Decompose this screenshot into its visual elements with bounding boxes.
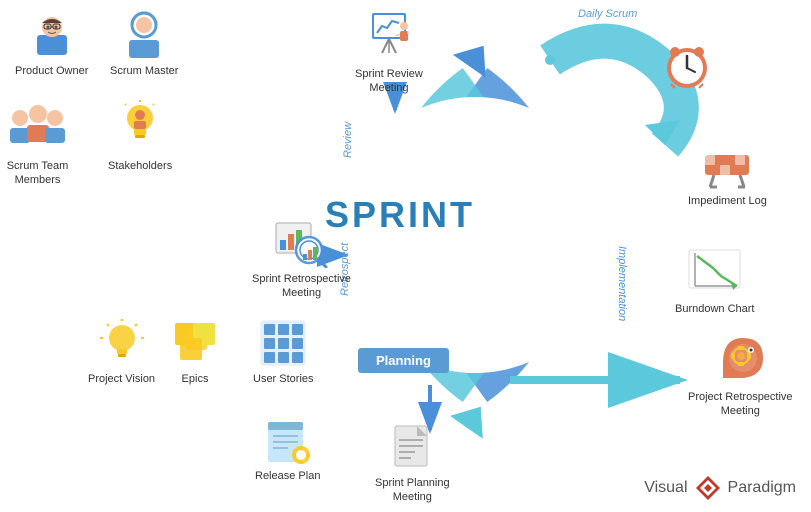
daily-scrum-icon: [660, 38, 715, 93]
project-retrospective-icon: [713, 328, 768, 386]
sprint-planning-meeting-item: Sprint PlanningMeeting: [375, 424, 450, 505]
impediment-log-label: Impediment Log: [688, 194, 767, 208]
sprint-review-label: Sprint ReviewMeeting: [355, 67, 423, 96]
visual-text: Visual: [644, 479, 687, 497]
implementation-label: Implementation: [616, 246, 628, 321]
product-owner-label: Product Owner: [15, 64, 88, 78]
paradigm-logo-icon: [694, 474, 722, 502]
impediment-log-item: Impediment Log: [688, 140, 767, 208]
epics-item: Epics: [170, 318, 220, 386]
project-retrospective-label: Project RetrospectiveMeeting: [688, 390, 793, 419]
release-plan-label: Release Plan: [255, 469, 320, 483]
scrum-team-item: Scrum TeamMembers: [5, 100, 70, 188]
product-owner-item: Product Owner: [15, 5, 88, 78]
diagram-container: SPRINT Review Retrospect Implementation …: [0, 0, 811, 512]
stakeholders-label: Stakeholders: [108, 159, 172, 173]
stakeholders-item: Stakeholders: [108, 100, 172, 173]
sprint-retrospective-icon: [274, 218, 329, 268]
project-vision-icon: [97, 318, 147, 368]
review-label: Review: [342, 122, 354, 158]
sprint-review-meeting-item: Sprint ReviewMeeting: [355, 8, 423, 96]
sprint-retrospective-item: Sprint RetrospectiveMeeting: [252, 218, 351, 301]
daily-scrum-item: [660, 38, 715, 93]
release-plan-icon: [263, 420, 313, 465]
project-retrospective-item: Project RetrospectiveMeeting: [688, 328, 793, 419]
impediment-log-icon: [702, 140, 752, 190]
scrum-master-item: Scrum Master: [110, 5, 178, 78]
sprint-planning-icon: [387, 424, 437, 472]
project-vision-item: Project Vision: [88, 318, 155, 386]
daily-scrum-label: Daily Scrum: [578, 8, 637, 20]
user-stories-icon: [258, 318, 308, 368]
user-stories-label: User Stories: [253, 372, 314, 386]
release-plan-item: Release Plan: [255, 420, 320, 483]
epics-label: Epics: [182, 372, 209, 386]
burndown-chart-label: Burndown Chart: [675, 302, 755, 316]
user-stories-item: User Stories: [253, 318, 314, 386]
sprint-retrospective-label: Sprint RetrospectiveMeeting: [252, 272, 351, 301]
brand-area: Visual Paradigm: [644, 474, 796, 502]
project-vision-label: Project Vision: [88, 372, 155, 386]
scrum-team-label: Scrum TeamMembers: [7, 159, 69, 188]
burndown-chart-icon: [687, 248, 742, 298]
stakeholders-icon: [115, 100, 165, 155]
scrum-team-icon: [5, 100, 70, 155]
planning-box: Planning: [358, 348, 449, 373]
product-owner-icon: [27, 5, 77, 60]
scrum-master-icon: [119, 5, 169, 60]
scrum-master-label: Scrum Master: [110, 64, 178, 78]
burndown-chart-item: Burndown Chart: [675, 248, 755, 316]
sprint-review-icon: [364, 8, 414, 63]
paradigm-text: Paradigm: [728, 479, 796, 497]
sprint-planning-label: Sprint PlanningMeeting: [375, 476, 450, 505]
epics-icon: [170, 318, 220, 368]
